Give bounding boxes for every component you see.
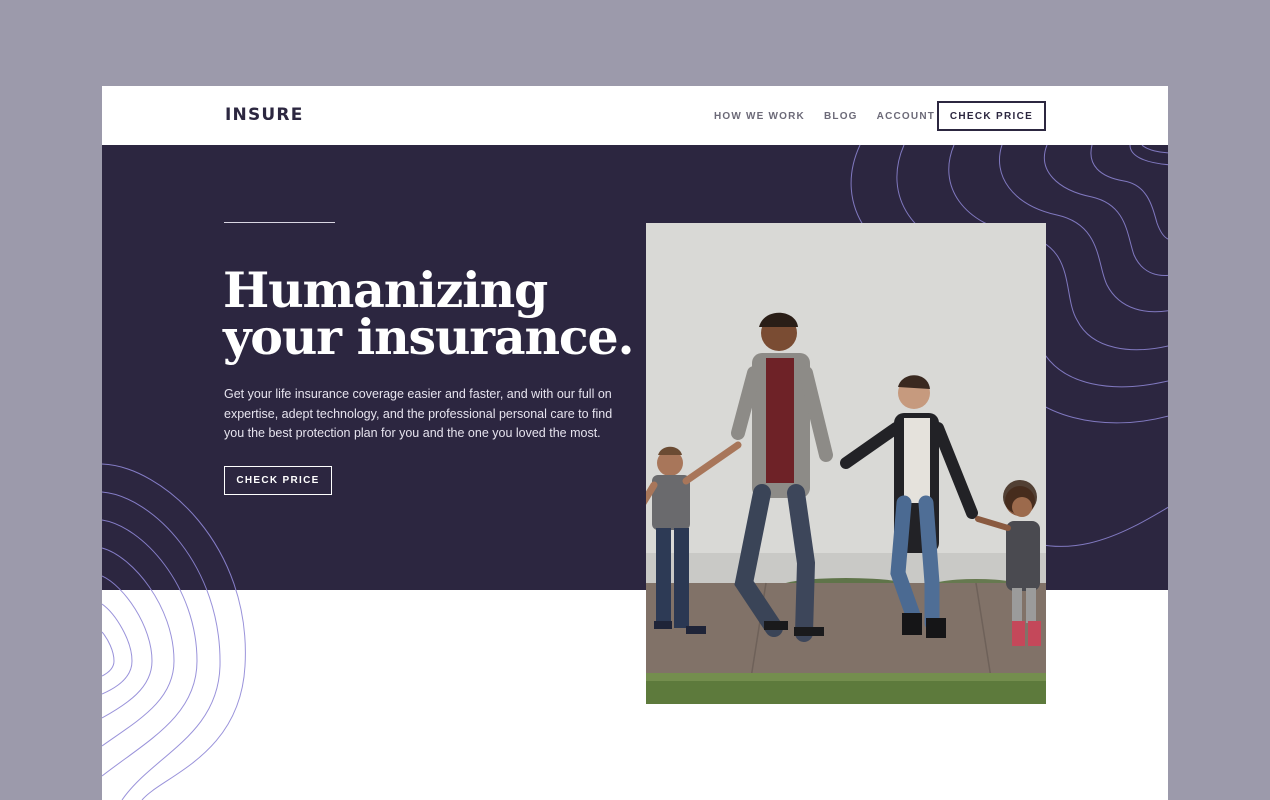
- main-nav: HOW WE WORK BLOG ACCOUNT: [714, 111, 954, 122]
- family-walking-photo: [646, 223, 1046, 704]
- logo[interactable]: INSURE: [225, 105, 304, 125]
- nav-account[interactable]: ACCOUNT: [877, 111, 935, 122]
- hero-description: Get your life insurance coverage easier …: [224, 387, 613, 440]
- hero-title-line-2: your insurance.: [223, 308, 635, 366]
- nav-blog[interactable]: BLOG: [824, 111, 858, 122]
- contour-lines-bottom-left: [102, 463, 246, 800]
- page-frame: INSURE HOW WE WORK BLOG ACCOUNT CHECK PR…: [102, 86, 1168, 800]
- site-header: INSURE HOW WE WORK BLOG ACCOUNT CHECK PR…: [102, 86, 1168, 145]
- hero-title: Humanizing your insurance.: [223, 266, 643, 362]
- header-check-price-button[interactable]: CHECK PRICE: [937, 101, 1046, 131]
- hero-image: [646, 223, 1046, 704]
- hero-divider: [224, 222, 335, 223]
- nav-how-we-work[interactable]: HOW WE WORK: [714, 111, 805, 122]
